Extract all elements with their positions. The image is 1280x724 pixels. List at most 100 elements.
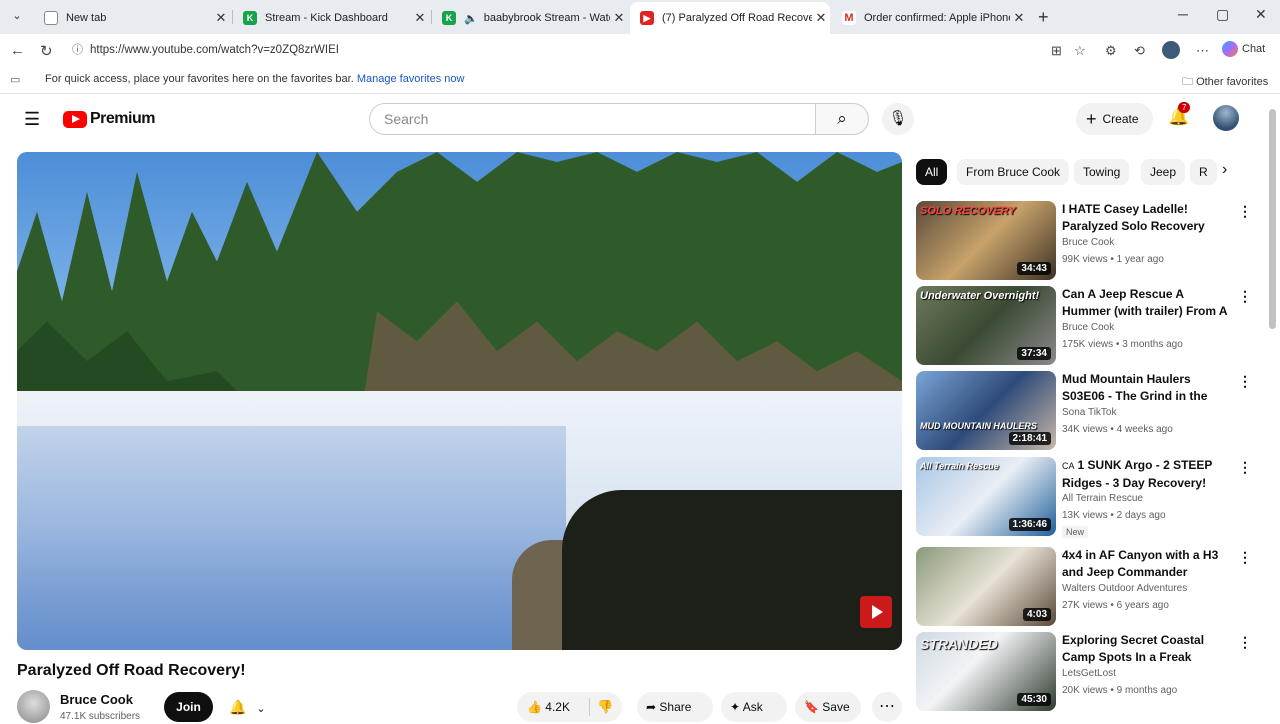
recommended-title[interactable]: Can A Jeep Rescue A Hummer (with trailer…	[1062, 286, 1234, 320]
recommended-channel[interactable]: LetsGetLost	[1062, 668, 1116, 679]
close-window-icon[interactable]: ✕	[1255, 6, 1267, 23]
more-vert-icon[interactable]: ⋮	[1238, 288, 1252, 305]
close-tab-icon[interactable]: ✕	[812, 10, 830, 26]
voice-search-button[interactable]: 🎙	[882, 103, 914, 135]
youtube-favicon-icon: ▶	[640, 11, 654, 25]
app-available-icon[interactable]: ⊞	[1051, 43, 1062, 59]
tab-baabybrook-stream[interactable]: K 🔈 baabybrook Stream - Watch ✕	[432, 4, 628, 32]
account-avatar[interactable]	[1213, 105, 1239, 131]
search-input[interactable]: Search	[369, 103, 816, 135]
close-tab-icon[interactable]: ✕	[1010, 10, 1028, 26]
video-thumbnail[interactable]: MUD MOUNTAIN HAULERS 2:18:41	[916, 371, 1056, 450]
more-vert-icon[interactable]: ⋮	[1238, 549, 1252, 566]
chip-partial[interactable]: R	[1190, 159, 1217, 185]
join-button[interactable]: Join	[164, 692, 213, 722]
settings-more-icon[interactable]: ⋯	[1196, 43, 1209, 59]
thumbnail-text: SOLO RECOVERY	[920, 205, 1016, 217]
close-tab-icon[interactable]: ✕	[610, 10, 628, 26]
tab-kick-dashboard[interactable]: K Stream - Kick Dashboard ✕	[233, 4, 429, 32]
bell-icon: 🔔	[229, 699, 247, 715]
manage-favorites-link[interactable]: Manage favorites now	[357, 73, 465, 85]
video-thumbnail[interactable]: All Terrain Rescue 1:36:46	[916, 457, 1056, 536]
more-vert-icon[interactable]: ⋮	[1238, 203, 1252, 220]
recommended-channel[interactable]: Walters Outdoor Adventures	[1062, 583, 1187, 594]
menu-icon[interactable]: ☰	[24, 110, 42, 128]
youtube-masthead: ☰ Premium Search ⌕ 🎙 + Create 🔔 7	[0, 95, 1266, 143]
recommended-channel[interactable]: Bruce Cook	[1062, 237, 1114, 248]
share-button[interactable]: ➦ Share	[637, 692, 713, 722]
channel-name[interactable]: Bruce Cook	[60, 692, 133, 707]
chip-from-bruce-cook[interactable]: From Bruce Cook	[957, 159, 1070, 185]
video-player[interactable]	[17, 152, 902, 650]
video-thumbnail[interactable]: STRANDED 45:30	[916, 632, 1056, 711]
tab-title: baabybrook Stream - Watch	[483, 12, 610, 24]
ask-button[interactable]: ✦ Ask	[721, 692, 787, 722]
close-tab-icon[interactable]: ✕	[212, 10, 230, 26]
tab-youtube-active[interactable]: ▶ (7) Paralyzed Off Road Recovery! ✕	[630, 2, 830, 34]
recommended-channel[interactable]: Sona TikTok	[1062, 407, 1116, 418]
recommended-video[interactable]: MUD MOUNTAIN HAULERS 2:18:41 Mud Mountai…	[916, 371, 1256, 451]
chevron-right-icon[interactable]: ›	[1222, 161, 1227, 179]
recommended-title[interactable]: 4x4 in AF Canyon with a H3 and Jeep Comm…	[1062, 547, 1234, 581]
tab-gmail-order[interactable]: M Order confirmed: Apple iPhone 7 ✕	[832, 4, 1028, 32]
recommended-video[interactable]: All Terrain Rescue 1:36:46 CA 1 SUNK Argo…	[916, 457, 1256, 538]
new-tab-icon	[44, 11, 58, 25]
recommended-channel[interactable]: All Terrain Rescue	[1062, 493, 1143, 504]
more-vert-icon[interactable]: ⋮	[1238, 373, 1252, 390]
recommended-video[interactable]: STRANDED 45:30 Exploring Secret Coastal …	[916, 632, 1256, 712]
refresh-icon[interactable]: ↻	[40, 42, 53, 60]
page-scrollbar[interactable]	[1266, 95, 1280, 720]
like-button[interactable]: 👍 4.2K	[527, 692, 570, 722]
browser-profile-avatar[interactable]	[1162, 41, 1180, 59]
video-thumbnail[interactable]: 4:03	[916, 547, 1056, 626]
recommended-title[interactable]: I HATE Casey Ladelle! Paralyzed Solo Rec…	[1062, 201, 1234, 235]
tab-actions-icon[interactable]: ⌄	[8, 7, 26, 25]
chip-all[interactable]: All	[916, 159, 948, 185]
recommended-video[interactable]: SOLO RECOVERY 34:43 I HATE Casey Ladelle…	[916, 201, 1256, 281]
back-icon[interactable]: ←	[10, 42, 25, 59]
chevron-down-icon: ⌄	[256, 703, 266, 715]
recommended-video[interactable]: Underwater Overnight! 37:34 Can A Jeep R…	[916, 286, 1256, 366]
dislike-button[interactable]: 👎	[597, 692, 613, 722]
tab-new-tab[interactable]: New tab ✕	[34, 4, 230, 32]
notification-preferences-button[interactable]: 🔔 ⌄	[221, 692, 281, 722]
video-thumbnail[interactable]: SOLO RECOVERY 34:43	[916, 201, 1056, 280]
more-actions-button[interactable]: ⋯	[872, 692, 902, 722]
notifications-button[interactable]: 🔔 7	[1168, 102, 1191, 127]
chip-jeep[interactable]: Jeep	[1141, 159, 1186, 185]
more-vert-icon[interactable]: ⋮	[1238, 634, 1252, 651]
new-tab-button[interactable]: +	[1038, 7, 1049, 28]
maximize-icon[interactable]: ▢	[1216, 6, 1229, 23]
create-button[interactable]: + Create	[1076, 103, 1153, 135]
video-thumbnail[interactable]: Underwater Overnight! 37:34	[916, 286, 1056, 365]
recommended-title[interactable]: Mud Mountain Haulers S03E06 - The Grind …	[1062, 371, 1234, 405]
subscribe-watermark-icon[interactable]	[860, 596, 892, 628]
recommended-title[interactable]: Exploring Secret Coastal Camp Spots In a…	[1062, 632, 1234, 666]
recommended-title[interactable]: CA 1 SUNK Argo - 2 STEEP Ridges - 3 Day R…	[1062, 457, 1234, 491]
other-favorites-folder[interactable]: 🗀 Other favorites	[1182, 73, 1268, 92]
save-button[interactable]: 🔖 Save	[795, 692, 861, 722]
history-icon[interactable]: ⟲	[1134, 43, 1145, 59]
url-field[interactable]: ⓘ https://www.youtube.com/watch?v=z0ZQ8z…	[64, 37, 1094, 63]
site-info-icon[interactable]: ⓘ	[72, 37, 83, 63]
favorite-star-icon[interactable]: ☆	[1074, 43, 1086, 59]
channel-avatar[interactable]	[17, 690, 50, 723]
chip-towing[interactable]: Towing	[1074, 159, 1130, 185]
new-badge: New	[1062, 526, 1089, 538]
copilot-chat-button[interactable]: Chat	[1222, 41, 1265, 57]
more-vert-icon[interactable]: ⋮	[1238, 459, 1252, 476]
search-button[interactable]: ⌕	[815, 103, 869, 135]
minimize-icon[interactable]: ─	[1178, 6, 1188, 22]
recommended-video[interactable]: 4:03 4x4 in AF Canyon with a H3 and Jeep…	[916, 547, 1256, 627]
scrollbar-thumb[interactable]	[1269, 109, 1276, 329]
recommended-meta: 20K views • 9 months ago	[1062, 685, 1178, 696]
close-tab-icon[interactable]: ✕	[411, 10, 429, 26]
like-dislike-group: 👍 4.2K 👎	[517, 692, 622, 722]
create-label: Create	[1102, 112, 1139, 126]
speaker-icon[interactable]: 🔈	[464, 12, 478, 25]
recommended-channel[interactable]: Bruce Cook	[1062, 322, 1114, 333]
subscriber-count: 47.1K subscribers	[60, 711, 141, 722]
copilot-icon	[1222, 41, 1238, 57]
extensions-icon[interactable]: ⚙	[1105, 43, 1117, 59]
youtube-logo[interactable]: Premium	[63, 110, 155, 128]
